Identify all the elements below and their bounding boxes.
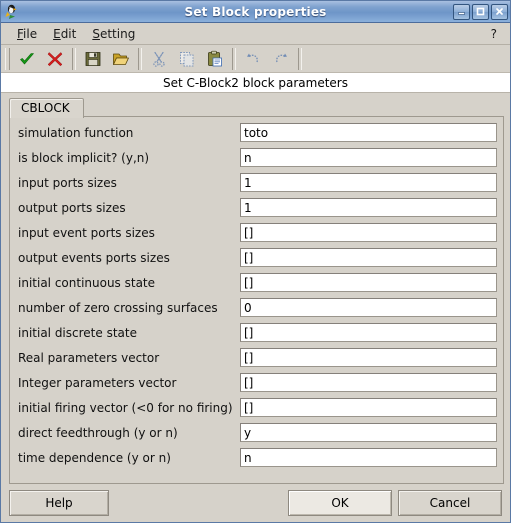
label-integer-parameters-vector: Integer parameters vector — [18, 375, 177, 390]
toolbar-separator-2 — [138, 47, 142, 70]
ok-button[interactable]: OK — [288, 490, 392, 516]
field-initial-continuous-state[interactable] — [240, 273, 497, 292]
form-row: input event ports sizes — [10, 220, 503, 245]
close-icon[interactable] — [491, 3, 508, 20]
ok-check-icon[interactable] — [13, 46, 41, 72]
toolbar — [1, 45, 510, 73]
tab-cblock[interactable]: CBLOCK — [9, 98, 84, 118]
toolbar-separator-4 — [298, 47, 302, 70]
label-time-dependence: time dependence (y or n) — [18, 450, 171, 465]
parameters-form: simulation function is block implicit? (… — [9, 117, 504, 484]
label-input-event-ports-sizes: input event ports sizes — [18, 225, 155, 240]
form-row: input ports sizes — [10, 170, 503, 195]
label-output-events-ports-sizes: output events ports sizes — [18, 250, 170, 265]
menu-bar: File Edit Setting ? — [1, 23, 510, 45]
menu-edit[interactable]: Edit — [45, 25, 84, 43]
form-row: initial discrete state — [10, 320, 503, 345]
label-input-ports-sizes: input ports sizes — [18, 175, 117, 190]
form-row: initial continuous state — [10, 270, 503, 295]
scilab-penguin-icon — [4, 3, 22, 21]
maximize-icon[interactable] — [472, 3, 489, 20]
field-input-ports-sizes[interactable] — [240, 173, 497, 192]
toolbar-separator-3 — [232, 47, 236, 70]
form-row: initial firing vector (<0 for no firing) — [10, 395, 503, 420]
form-row: is block implicit? (y,n) — [10, 145, 503, 170]
field-integer-parameters-vector[interactable] — [240, 373, 497, 392]
field-simulation-function[interactable] — [240, 123, 497, 142]
toolbar-group-confirm — [13, 46, 69, 72]
menu-edit-label-rest: dit — [60, 26, 77, 41]
window-controls — [453, 3, 508, 20]
label-output-ports-sizes: output ports sizes — [18, 200, 126, 215]
field-number-of-zero-crossing-surfaces[interactable] — [240, 298, 497, 317]
form-row: Real parameters vector — [10, 345, 503, 370]
field-time-dependence[interactable] — [240, 448, 497, 467]
save-floppy-icon[interactable] — [79, 46, 107, 72]
set-block-properties-window: Set Block properties File Edit Setting ? — [0, 0, 511, 523]
toolbar-group-file — [79, 46, 135, 72]
label-real-parameters-vector: Real parameters vector — [18, 350, 160, 365]
menu-file-label-rest: ile — [23, 26, 38, 41]
window-title: Set Block properties — [184, 4, 327, 19]
field-initial-firing-vector[interactable] — [240, 398, 497, 417]
form-row: output events ports sizes — [10, 245, 503, 270]
label-number-of-zero-crossing-surfaces: number of zero crossing surfaces — [18, 300, 218, 315]
menu-setting[interactable]: Setting — [84, 25, 143, 43]
form-row: time dependence (y or n) — [10, 445, 503, 470]
toolbar-group-history — [239, 46, 295, 72]
open-folder-icon[interactable] — [107, 46, 135, 72]
label-is-block-implicit: is block implicit? (y,n) — [18, 150, 150, 165]
field-is-block-implicit[interactable] — [240, 148, 497, 167]
cut-scissors-icon[interactable] — [145, 46, 173, 72]
field-real-parameters-vector[interactable] — [240, 348, 497, 367]
label-simulation-function: simulation function — [18, 125, 134, 140]
form-row: simulation function — [10, 120, 503, 145]
field-initial-discrete-state[interactable] — [240, 323, 497, 342]
field-direct-feedthrough[interactable] — [240, 423, 497, 442]
label-initial-firing-vector: initial firing vector (<0 for no firing) — [18, 400, 233, 415]
form-row: output ports sizes — [10, 195, 503, 220]
form-row: number of zero crossing surfaces — [10, 295, 503, 320]
field-output-ports-sizes[interactable] — [240, 198, 497, 217]
label-initial-continuous-state: initial continuous state — [18, 275, 156, 290]
undo-arrow-icon[interactable] — [239, 46, 267, 72]
toolbar-grip — [5, 47, 10, 70]
cancel-cross-icon[interactable] — [41, 46, 69, 72]
help-button[interactable]: Help — [9, 490, 109, 516]
menu-help[interactable]: ? — [484, 25, 504, 43]
form-row: direct feedthrough (y or n) — [10, 420, 503, 445]
tab-filler — [82, 115, 504, 117]
redo-arrow-icon[interactable] — [267, 46, 295, 72]
tab-strip: CBLOCK — [1, 93, 510, 118]
copy-icon[interactable] — [173, 46, 201, 72]
minimize-icon[interactable] — [453, 3, 470, 20]
toolbar-group-clipboard — [145, 46, 229, 72]
field-input-event-ports-sizes[interactable] — [240, 223, 497, 242]
cancel-button[interactable]: Cancel — [398, 490, 502, 516]
menu-setting-label-rest: etting — [99, 26, 136, 41]
paste-clipboard-icon[interactable] — [201, 46, 229, 72]
label-initial-discrete-state: initial discrete state — [18, 325, 137, 340]
form-row: Integer parameters vector — [10, 370, 503, 395]
title-bar: Set Block properties — [1, 1, 510, 23]
toolbar-separator-1 — [72, 47, 76, 70]
dialog-caption: Set C-Block2 block parameters — [1, 73, 510, 93]
label-direct-feedthrough: direct feedthrough (y or n) — [18, 425, 178, 440]
dialog-button-bar: Help OK Cancel — [1, 484, 510, 522]
menu-file[interactable]: File — [9, 25, 45, 43]
field-output-events-ports-sizes[interactable] — [240, 248, 497, 267]
